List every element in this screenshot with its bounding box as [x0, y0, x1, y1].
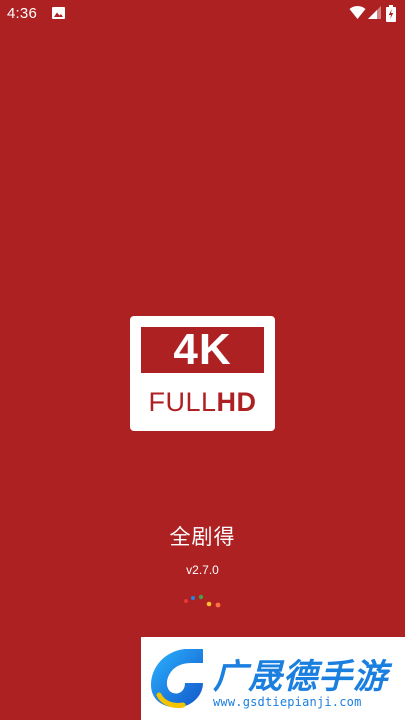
watermark-logo-icon: [151, 649, 203, 708]
app-logo: 4K FULLHD: [130, 316, 275, 431]
logo-4k-text: 4K: [173, 325, 232, 374]
loader-dot: [191, 596, 195, 600]
logo-4k-box: 4K: [141, 327, 264, 373]
status-time: 4:36: [7, 5, 37, 22]
loader-dot: [184, 599, 188, 603]
loading-indicator: [184, 594, 221, 608]
app-version: v2.7.0: [186, 563, 219, 577]
loader-dot: [215, 602, 221, 608]
status-icons: [349, 5, 399, 22]
loader-dot: [198, 594, 204, 600]
app-name: 全剧得: [169, 525, 236, 549]
logo-fullhd-text: FULLHD: [141, 386, 264, 418]
watermark-url: www.gsdtiepianji.com: [213, 695, 362, 709]
splash-screen: 4:36 4K FULLHD 全剧得 v2.7.0 广晟德手游 www.gsdt…: [0, 0, 405, 720]
battery-icon: [386, 5, 396, 22]
status-bar: 4:36: [0, 0, 405, 28]
logo-full-text: FULL: [148, 387, 217, 417]
signal-icon: [368, 6, 381, 19]
loader-dot: [206, 601, 212, 607]
watermark-banner: 广晟德手游 www.gsdtiepianji.com: [141, 637, 405, 720]
logo-hd-text: HD: [216, 387, 257, 417]
watermark-title: 广晟德手游: [213, 657, 388, 697]
wifi-icon: [349, 5, 366, 20]
image-icon: [52, 7, 65, 19]
